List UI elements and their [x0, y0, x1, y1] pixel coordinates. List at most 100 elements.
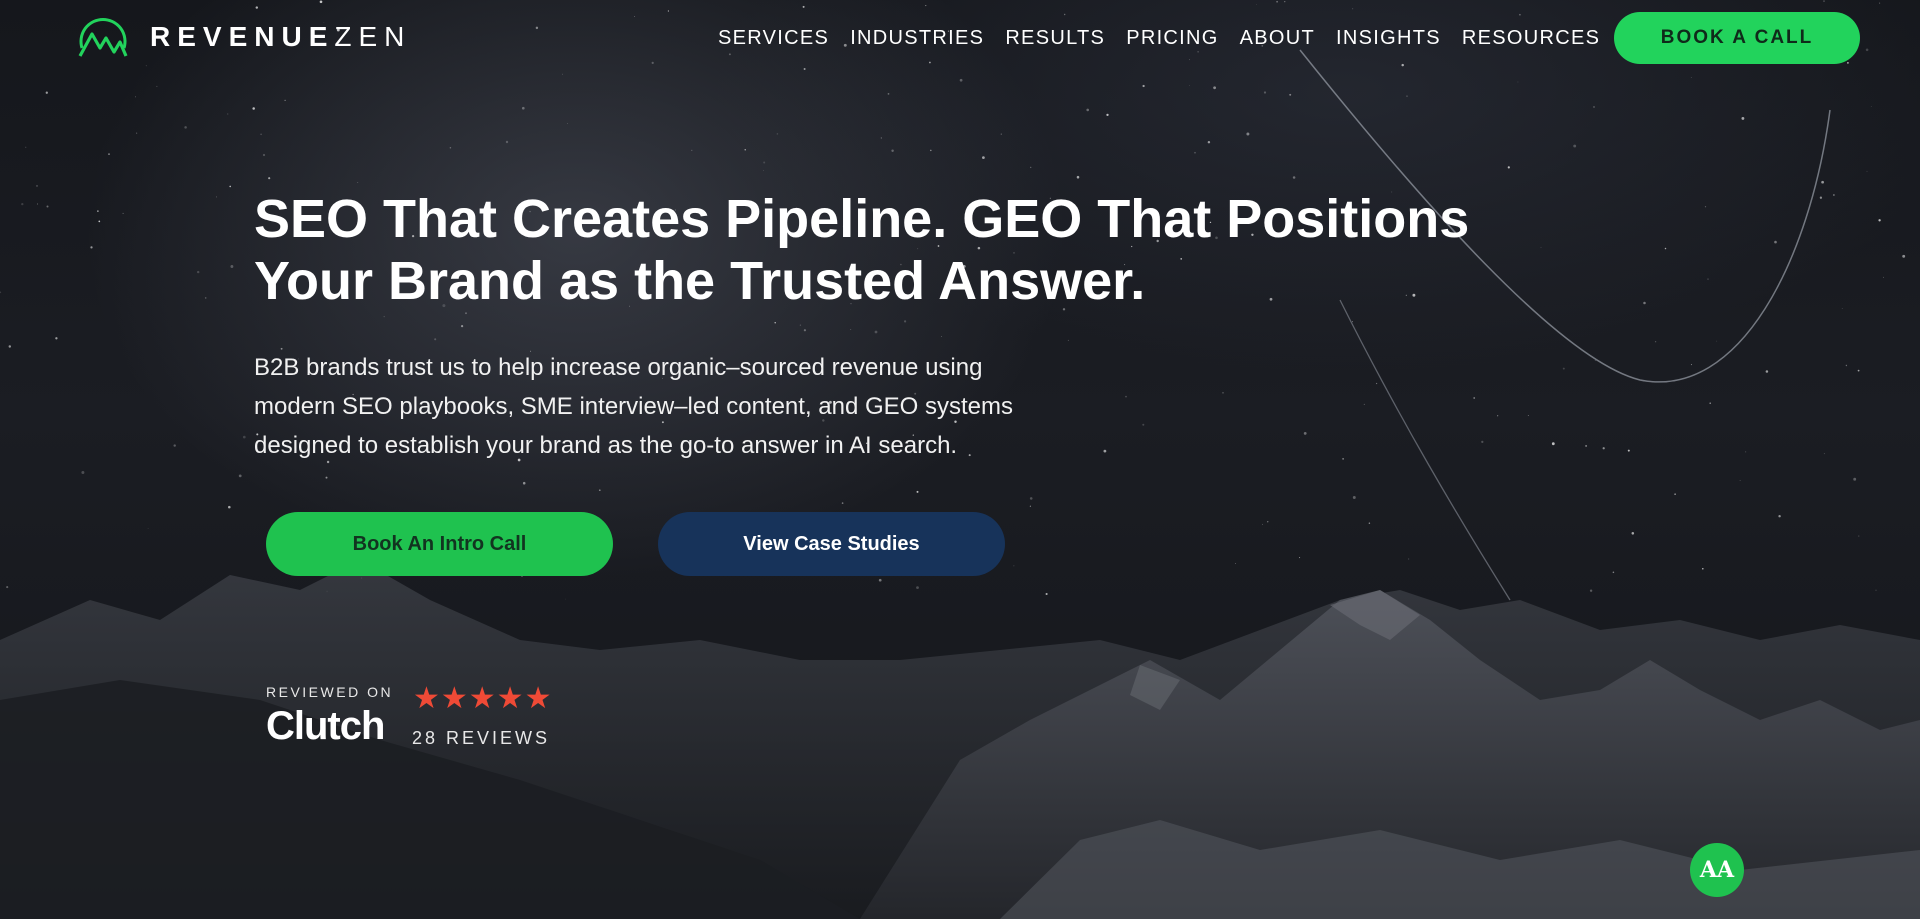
star-dot [45, 91, 48, 94]
star-dot [930, 149, 932, 152]
star-dot [8, 345, 12, 348]
star-dot [1551, 442, 1555, 446]
nav-item-industries[interactable]: INDUSTRIES [850, 24, 984, 52]
star-dot [982, 156, 985, 159]
star-dot [1858, 535, 1860, 537]
star-dot [850, 329, 852, 331]
accessibility-icon[interactable]: AA [1690, 843, 1744, 897]
nav-item-pricing[interactable]: PRICING [1126, 24, 1218, 52]
star-dot [1883, 276, 1885, 278]
star-dot [1594, 360, 1596, 361]
star-dot [1029, 505, 1031, 507]
brand-name-light: ZEN [334, 21, 412, 52]
star-dot [1029, 166, 1032, 169]
star-dot [55, 337, 58, 340]
star-dot [1106, 113, 1109, 117]
star-dot [799, 324, 802, 326]
star-dot [521, 106, 525, 110]
star-dot [565, 598, 566, 600]
star-dot [465, 312, 467, 315]
star-dot [1289, 93, 1292, 96]
star-dot [763, 170, 764, 171]
book-a-call-button[interactable]: BOOK A CALL [1614, 12, 1860, 64]
star-dot [1363, 403, 1365, 405]
star-dot [1674, 493, 1676, 495]
star-dot [1857, 369, 1860, 372]
star-dot [1045, 592, 1048, 596]
star-dot [763, 161, 766, 164]
star-rating-icon: ★★★★★ [413, 682, 553, 715]
star-dot [357, 182, 359, 183]
star-dot [1342, 458, 1344, 460]
star-dot [916, 490, 919, 493]
star-dot [97, 210, 99, 212]
brand-name-bold: REVENUE [150, 21, 335, 52]
star-dot [184, 126, 187, 129]
star-dot [691, 149, 693, 151]
star-dot [1845, 364, 1848, 367]
star-dot [1207, 140, 1211, 144]
star-dot [325, 476, 328, 479]
star-dot [1707, 278, 1709, 280]
star-dot [147, 528, 149, 529]
hero-title-line-2: Your Brand as the Trusted Answer. [254, 251, 1146, 311]
star-dot [1189, 85, 1190, 86]
nav-item-services[interactable]: SERVICES [718, 24, 829, 52]
nav-item-insights[interactable]: INSIGHTS [1336, 24, 1441, 52]
star-dot [284, 99, 286, 102]
star-dot [1507, 166, 1510, 169]
nav-item-results[interactable]: RESULTS [1005, 24, 1105, 52]
star-dot [891, 149, 894, 153]
star-dot [567, 122, 568, 124]
clutch-review-count: 28 REVIEWS [412, 728, 551, 748]
star-dot [1585, 444, 1588, 447]
star-dot [1000, 133, 1002, 135]
star-dot [268, 177, 271, 180]
star-dot [776, 133, 779, 135]
star-dot [1246, 132, 1250, 136]
star-dot [1497, 415, 1499, 417]
star-dot [878, 578, 882, 582]
star-dot [1067, 339, 1069, 341]
book-intro-call-button[interactable]: Book An Intro Call [266, 512, 613, 576]
star-dot [1870, 106, 1872, 108]
brand-logo[interactable]: REVENUEZEN [76, 12, 411, 62]
star-dot [1473, 397, 1476, 399]
star-dot [1261, 523, 1264, 525]
star-dot [1853, 477, 1857, 481]
star-dot [1142, 84, 1145, 88]
star-dot [774, 321, 776, 324]
star-dot [1406, 95, 1408, 97]
star-dot [204, 297, 207, 299]
star-dot [228, 505, 231, 509]
view-case-studies-button[interactable]: View Case Studies [658, 512, 1005, 576]
star-dot [262, 153, 266, 157]
star-dot [1841, 308, 1843, 310]
star-dot [1866, 170, 1868, 172]
nav-item-resources[interactable]: RESOURCES [1462, 24, 1600, 52]
star-dot [1819, 196, 1823, 199]
nav-item-about[interactable]: ABOUT [1240, 24, 1315, 52]
star-dot [1267, 521, 1269, 523]
star-dot [242, 435, 246, 439]
star-dot [941, 336, 943, 337]
star-dot [880, 137, 882, 139]
star-dot [505, 140, 509, 144]
star-dot [1481, 440, 1484, 444]
star-dot [1263, 91, 1267, 94]
star-dot [1602, 447, 1605, 450]
star-dot [1627, 449, 1630, 452]
star-dot [1408, 558, 1410, 560]
star-dot [1375, 382, 1378, 385]
star-dot [1702, 568, 1704, 570]
star-dot [1823, 453, 1825, 455]
star-dot [173, 444, 176, 447]
star-dot [1745, 451, 1747, 453]
star-dot [434, 338, 437, 341]
star-dot [1878, 219, 1881, 222]
hero-subtitle: B2B brands trust us to help increase org… [254, 348, 1174, 465]
star-dot [108, 153, 110, 156]
star-dot [1562, 367, 1565, 370]
star-dot [196, 270, 200, 274]
clutch-review-badge[interactable]: REVIEWED ON Clutch ★★★★★ 28 REVIEWS [266, 682, 566, 754]
